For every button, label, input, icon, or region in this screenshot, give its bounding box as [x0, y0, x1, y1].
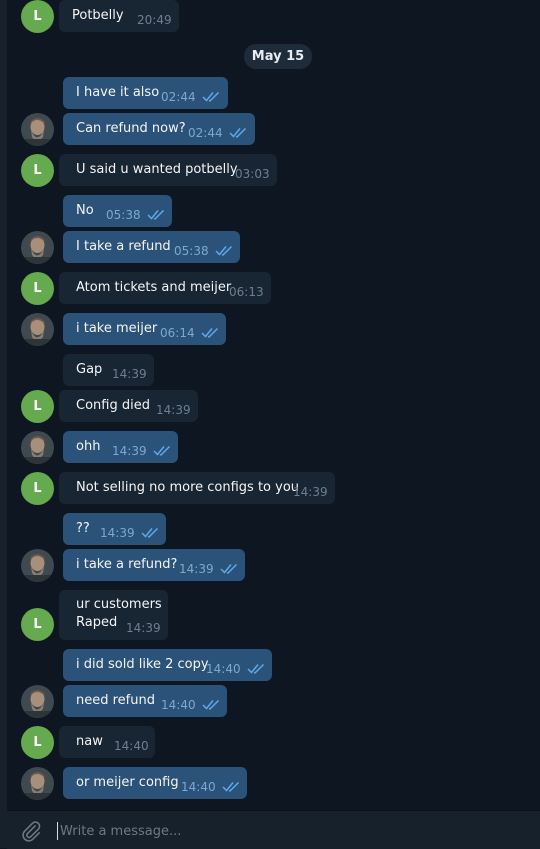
message-bubble[interactable]: No 05:38 [63, 195, 172, 227]
double-check-icon [247, 663, 265, 674]
message-text: Gap [76, 362, 103, 377]
avatar[interactable] [21, 767, 54, 800]
message-bubble[interactable]: U said u wanted potbelly 03:03 [59, 154, 277, 186]
message-time: 14:40 [206, 662, 241, 676]
message-time: 14:39 [156, 403, 191, 417]
message-list[interactable]: L Potbelly 20:49 May 15 I have it also 0… [7, 0, 540, 810]
message-bubble[interactable]: I have it also 02:44 [63, 77, 228, 109]
avatar[interactable]: L [21, 0, 54, 33]
message-time: 06:14 [160, 326, 195, 340]
message-text: ?? [76, 521, 90, 536]
avatar[interactable]: L [21, 608, 54, 641]
message-text: U said u wanted potbelly [76, 162, 238, 177]
message-text: No [76, 203, 94, 218]
avatar[interactable]: L [21, 472, 54, 505]
message-time: 06:13 [229, 285, 264, 299]
message-text: naw [76, 734, 103, 749]
message-input[interactable] [57, 822, 530, 840]
date-separator: May 15 [244, 44, 312, 69]
message-bubble[interactable]: need refund 14:40 [63, 685, 227, 717]
message-bubble[interactable]: Not selling no more configs to you 14:39 [59, 472, 335, 504]
message-bubble[interactable]: Atom tickets and meijer 06:13 [59, 272, 271, 304]
avatar[interactable] [21, 685, 54, 718]
double-check-icon [141, 527, 159, 538]
double-check-icon [147, 209, 165, 220]
double-check-icon [215, 245, 233, 256]
avatar[interactable] [21, 549, 54, 582]
message-bubble[interactable]: I take a refund 05:38 [63, 231, 240, 263]
message-bubble[interactable]: i take meijer 06:14 [63, 313, 226, 345]
double-check-icon [229, 127, 247, 138]
message-text: ohh [76, 439, 101, 454]
message-bubble[interactable]: ohh 14:39 [63, 431, 178, 463]
message-time: 02:44 [188, 126, 223, 140]
message-time: 02:44 [161, 90, 196, 104]
avatar[interactable]: L [21, 272, 54, 305]
avatar[interactable]: L [21, 154, 54, 187]
message-time: 03:03 [235, 167, 270, 181]
double-check-icon [153, 445, 171, 456]
avatar[interactable] [21, 113, 54, 146]
message-text: i did sold like 2 copy [76, 657, 209, 672]
message-text: or meijer config [76, 775, 179, 790]
message-bubble[interactable]: Potbelly 20:49 [59, 0, 179, 32]
message-time: 14:39 [179, 562, 214, 576]
message-time: 14:39 [112, 444, 147, 458]
left-panel-edge [0, 0, 7, 848]
message-bubble[interactable]: i did sold like 2 copy 14:40 [63, 649, 272, 681]
message-text: Not selling no more configs to you [76, 480, 300, 495]
message-time: 20:49 [137, 13, 172, 27]
avatar[interactable]: L [21, 390, 54, 423]
message-time: 05:38 [106, 208, 141, 222]
double-check-icon [201, 327, 219, 338]
double-check-icon [202, 91, 220, 102]
message-text: Atom tickets and meijer [76, 280, 232, 295]
message-time: 14:40 [114, 739, 149, 753]
message-text: need refund [76, 693, 155, 708]
message-line: ur customers [76, 597, 162, 612]
message-text: I take a refund [76, 239, 171, 254]
message-text: Potbelly [72, 8, 124, 23]
message-time: 14:39 [293, 485, 328, 499]
message-time: 14:40 [161, 698, 196, 712]
message-bubble[interactable]: Can refund now? 02:44 [63, 113, 255, 145]
paperclip-icon[interactable] [20, 820, 42, 842]
message-bubble[interactable]: naw 14:40 [59, 726, 155, 758]
message-bubble[interactable]: ?? 14:39 [63, 513, 166, 545]
message-composer [7, 810, 540, 849]
message-bubble[interactable]: ur customers Raped 14:39 [59, 590, 168, 640]
message-text: I have it also [76, 85, 160, 100]
message-bubble[interactable]: i take a refund? 14:39 [63, 549, 245, 581]
avatar[interactable] [21, 431, 54, 464]
message-bubble[interactable]: Config died 14:39 [59, 390, 198, 422]
double-check-icon [220, 563, 238, 574]
avatar[interactable]: L [21, 726, 54, 759]
message-time: 14:39 [100, 526, 135, 540]
message-bubble[interactable]: Gap 14:39 [63, 354, 154, 386]
message-text: i take a refund? [76, 557, 178, 572]
avatar[interactable] [21, 231, 54, 264]
message-text: Config died [76, 398, 150, 413]
avatar[interactable] [21, 313, 54, 346]
double-check-icon [202, 699, 220, 710]
message-bubble[interactable]: or meijer config 14:40 [63, 767, 247, 799]
double-check-icon [222, 781, 240, 792]
message-time: 05:38 [174, 244, 209, 258]
message-time: 14:39 [112, 367, 147, 381]
message-time: 14:40 [181, 780, 216, 794]
message-text: Can refund now? [76, 121, 186, 136]
message-time: 14:39 [126, 621, 161, 635]
message-text: i take meijer [76, 321, 158, 336]
